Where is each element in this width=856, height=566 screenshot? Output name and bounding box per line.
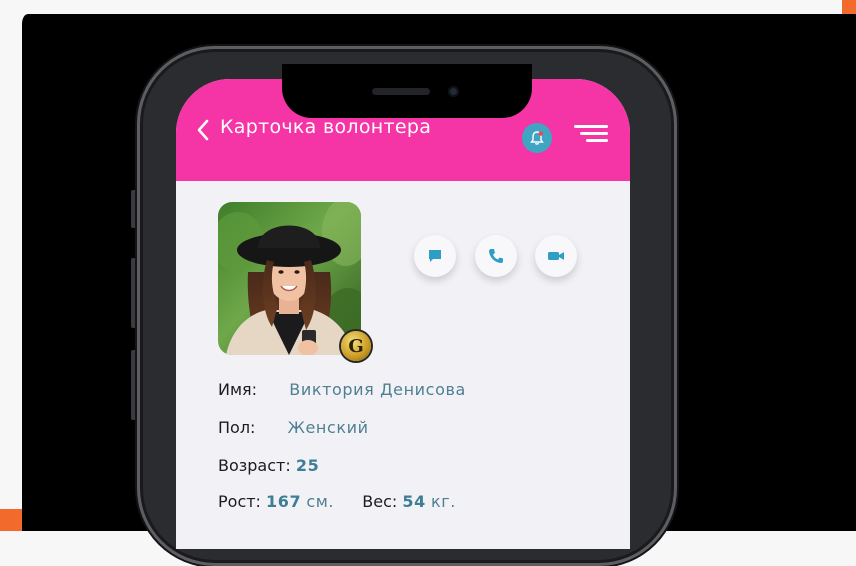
back-button[interactable] <box>193 117 213 143</box>
name-value: Виктория Денисова <box>289 380 466 399</box>
chevron-left-icon <box>197 119 209 141</box>
age-value: 25 <box>295 456 320 475</box>
age-label: Возраст: <box>218 456 291 475</box>
phone-speaker <box>372 88 430 95</box>
gender-value: Женский <box>287 418 369 437</box>
orange-accent-corner <box>842 0 856 14</box>
weight-unit: кг. <box>430 492 456 511</box>
menu-button[interactable] <box>574 125 608 145</box>
orange-accent-corner <box>0 509 24 531</box>
video-call-button[interactable] <box>535 235 577 277</box>
gender-row: Пол: Женский <box>218 418 369 437</box>
page-title: Карточка волонтера <box>220 116 432 138</box>
avatar <box>218 202 361 355</box>
height-weight-row: Рост: 167 см. Вес: 54 кг. <box>218 492 456 511</box>
menu-icon <box>580 132 608 135</box>
gold-level-badge: G <box>341 331 371 361</box>
name-label: Имя: <box>218 380 258 399</box>
weight-label: Вес: <box>362 492 398 511</box>
height-label: Рост: <box>218 492 261 511</box>
menu-icon <box>586 139 608 142</box>
message-icon <box>429 250 441 262</box>
message-button[interactable] <box>414 235 456 277</box>
age-row: Возраст: 25 <box>218 456 319 475</box>
phone-icon <box>489 249 503 263</box>
phone-camera <box>448 86 459 97</box>
menu-icon <box>574 125 608 128</box>
call-button[interactable] <box>475 235 517 277</box>
video-icon <box>548 252 564 260</box>
height-value: 167 <box>266 492 302 511</box>
bell-icon <box>530 131 544 145</box>
weight-value: 54 <box>402 492 426 511</box>
gender-label: Пол: <box>218 418 256 437</box>
notifications-button[interactable] <box>522 123 552 153</box>
height-unit: см. <box>306 492 335 511</box>
name-row: Имя: Виктория Денисова <box>218 380 466 399</box>
